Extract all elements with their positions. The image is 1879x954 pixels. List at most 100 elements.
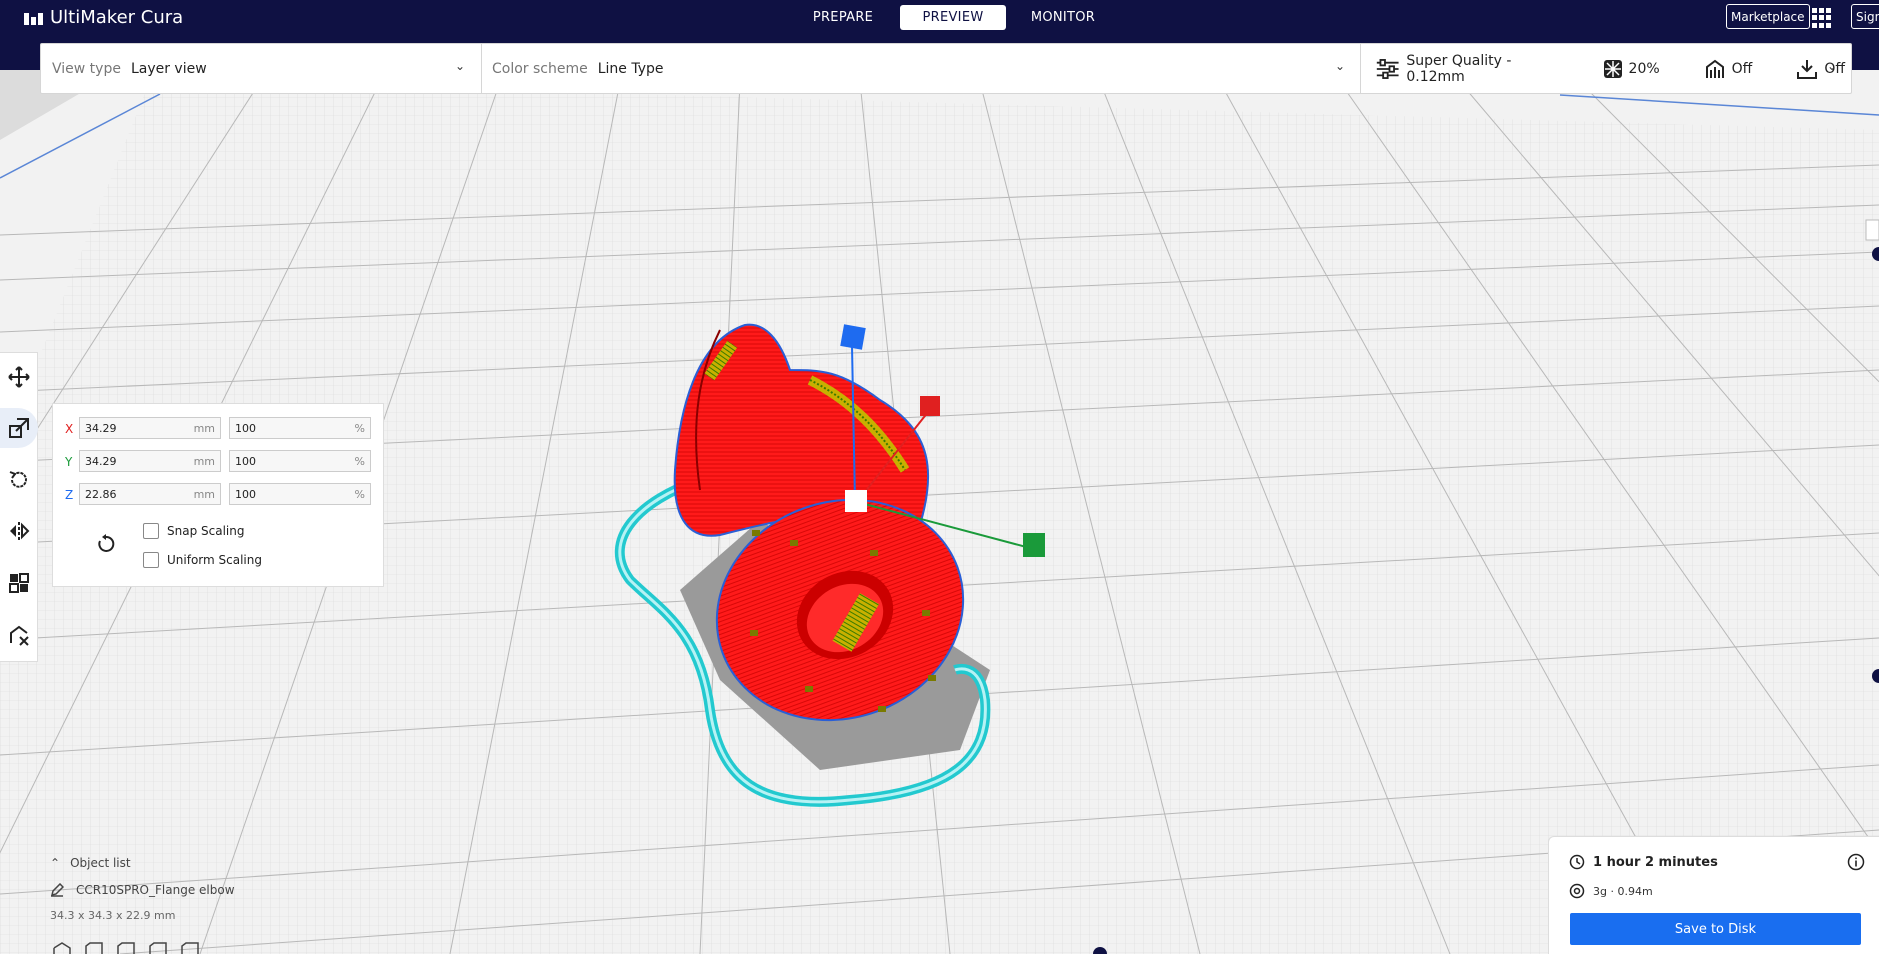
apps-grid-icon[interactable]	[1812, 8, 1832, 28]
clock-icon	[1569, 854, 1585, 870]
divider	[481, 44, 482, 93]
print-summary-panel: 1 hour 2 minutes 3g · 0.94m Save to Disk	[1548, 836, 1879, 954]
chevron-down-icon[interactable]: ⌄	[1827, 59, 1837, 73]
y-percent-field[interactable]: 100 %	[229, 450, 371, 472]
checkbox-box	[143, 523, 159, 539]
marketplace-button[interactable]: Marketplace	[1726, 4, 1810, 29]
z-percent-field[interactable]: 100 %	[229, 483, 371, 505]
material-value: 3g · 0.94m	[1593, 884, 1653, 898]
y-mm-field[interactable]: 34.29 mm	[79, 450, 221, 472]
percent-unit: %	[354, 454, 365, 468]
object-list-item[interactable]: CCR10SPRO_Flange elbow	[50, 883, 370, 897]
z-percent-value: 100	[235, 487, 256, 501]
info-icon	[1847, 853, 1865, 871]
view-type-label: View type	[52, 60, 121, 77]
rotate-tool[interactable]	[0, 460, 38, 500]
y-axis-label: Y	[65, 455, 73, 469]
print-time: 1 hour 2 minutes	[1569, 854, 1718, 870]
rotate-icon	[9, 471, 27, 488]
app-logo: UltiMaker Cura	[24, 7, 183, 28]
z-mm-value: 22.86	[85, 487, 117, 501]
chevron-down-icon[interactable]: ⌄	[455, 59, 465, 73]
support-blocker-tool[interactable]	[0, 615, 38, 655]
tool-bar	[0, 352, 38, 662]
spool-icon	[1569, 883, 1585, 899]
object-name: CCR10SPRO_Flange elbow	[76, 883, 235, 897]
mirror-tool[interactable]	[0, 511, 38, 551]
support-setting: Off	[1704, 58, 1753, 80]
view-left-icon[interactable]	[148, 942, 168, 954]
infill-value: 20%	[1628, 60, 1660, 77]
snap-scaling-label: Snap Scaling	[167, 524, 245, 538]
chevron-down-icon[interactable]: ⌄	[1335, 59, 1345, 73]
color-scheme-value: Line Type	[597, 60, 664, 77]
z-axis-label: Z	[65, 488, 74, 502]
tab-prepare[interactable]: PREPARE	[790, 5, 896, 30]
scale-tool[interactable]	[0, 408, 38, 448]
chevron-up-icon: ⌃	[50, 856, 61, 870]
scale-icon	[9, 418, 29, 438]
color-scheme-dropdown[interactable]: Color scheme Line Type	[492, 44, 1352, 93]
percent-unit: %	[354, 421, 365, 435]
view-3d-icon[interactable]	[52, 942, 72, 954]
percent-unit: %	[354, 487, 365, 501]
move-icon	[8, 366, 30, 388]
mm-unit: mm	[193, 421, 215, 435]
y-mm-value: 34.29	[85, 454, 117, 468]
divider	[1360, 44, 1361, 93]
view-settings-bar: View type Layer view ⌄ Color scheme Line…	[40, 43, 1852, 94]
mm-unit: mm	[193, 454, 215, 468]
checkbox-box	[143, 552, 159, 568]
print-time-value: 1 hour 2 minutes	[1593, 854, 1718, 870]
pencil-icon	[50, 883, 64, 897]
x-axis-label: X	[65, 422, 74, 436]
stage-tabs: PREPARE PREVIEW MONITOR	[790, 5, 1120, 30]
object-list-header: Object list	[70, 856, 131, 870]
z-mm-field[interactable]: 22.86 mm	[79, 483, 221, 505]
uniform-scaling-checkbox[interactable]: Uniform Scaling	[143, 552, 262, 568]
object-list-toggle[interactable]: ⌃ Object list	[50, 856, 370, 870]
reset-icon	[98, 534, 115, 552]
mirror-icon	[10, 522, 30, 540]
x-mm-value: 34.29	[85, 421, 117, 435]
color-scheme-label: Color scheme	[492, 60, 588, 77]
support-icon	[1705, 59, 1724, 78]
sign-in-button[interactable]: Sign	[1851, 4, 1879, 29]
quality-setting: Super Quality - 0.12mm	[1375, 53, 1559, 85]
material-usage: 3g · 0.94m	[1569, 883, 1653, 899]
adhesion-icon	[1797, 59, 1818, 79]
per-model-settings-tool[interactable]	[0, 563, 38, 603]
object-list: ⌃ Object list CCR10SPRO_Flange elbow 34.…	[50, 856, 370, 922]
snap-scaling-checkbox[interactable]: Snap Scaling	[143, 523, 244, 539]
view-front-icon[interactable]	[84, 942, 104, 954]
tab-monitor[interactable]: MONITOR	[1010, 5, 1116, 30]
infill-setting: 20%	[1603, 59, 1660, 79]
print-info-button[interactable]	[1847, 853, 1865, 875]
per-model-settings-icon	[9, 573, 29, 593]
y-percent-value: 100	[235, 454, 256, 468]
x-mm-field[interactable]: 34.29 mm	[79, 417, 221, 439]
support-value: Off	[1731, 60, 1753, 77]
uniform-scaling-label: Uniform Scaling	[167, 553, 262, 567]
camera-view-buttons	[52, 942, 200, 954]
tab-preview[interactable]: PREVIEW	[900, 5, 1006, 30]
object-dimensions: 34.3 x 34.3 x 22.9 mm	[50, 909, 176, 922]
reset-scale-button[interactable]	[93, 531, 119, 557]
move-tool[interactable]	[0, 357, 38, 397]
view-type-dropdown[interactable]: View type Layer view	[52, 44, 472, 93]
ultimaker-logo-icon	[24, 11, 44, 25]
app-title: UltiMaker Cura	[50, 7, 184, 28]
sliders-icon	[1376, 58, 1399, 79]
save-to-disk-button[interactable]: Save to Disk	[1570, 913, 1861, 945]
infill-icon	[1603, 59, 1622, 78]
quality-value: Super Quality - 0.12mm	[1406, 52, 1512, 85]
support-blocker-icon	[10, 625, 29, 646]
adhesion-setting: Off	[1796, 58, 1845, 80]
view-right-icon[interactable]	[180, 942, 200, 954]
x-percent-value: 100	[235, 421, 256, 435]
view-type-value: Layer view	[130, 60, 207, 77]
view-top-icon[interactable]	[116, 942, 136, 954]
print-settings-button[interactable]: Super Quality - 0.12mm 20% Off Off	[1375, 44, 1845, 93]
x-percent-field[interactable]: 100 %	[229, 417, 371, 439]
mm-unit: mm	[193, 487, 215, 501]
